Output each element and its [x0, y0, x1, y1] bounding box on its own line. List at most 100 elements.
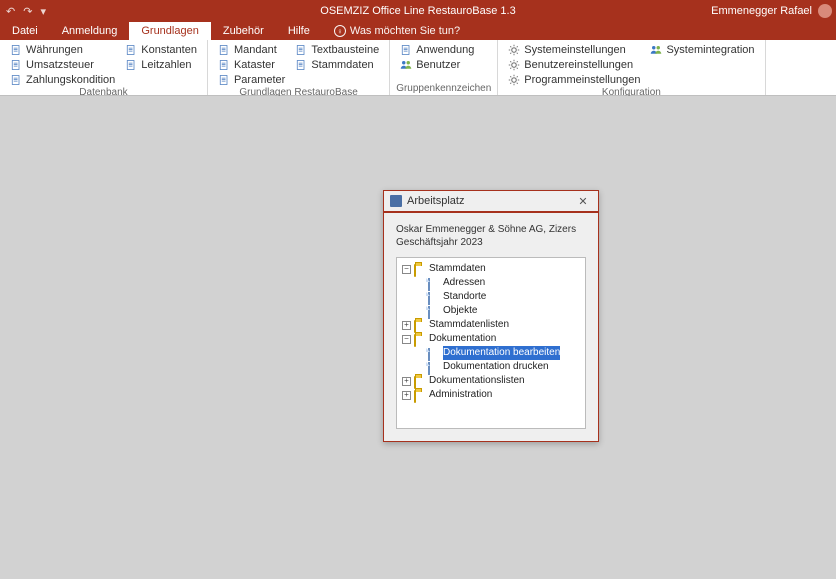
- ribbon-button-label: Anwendung: [416, 44, 474, 56]
- ribbon-button-label: Benutzereinstellungen: [524, 59, 633, 71]
- ribbon-doc-icon: [508, 44, 520, 56]
- tree-folder[interactable]: − Dokumentation: [401, 332, 583, 346]
- ribbon-doc-icon: [295, 59, 307, 71]
- tree-label: Dokumentation: [429, 332, 496, 346]
- close-icon[interactable]: ✕: [574, 195, 592, 208]
- tree-label: Standorte: [443, 290, 486, 304]
- ribbon-button-label: Kataster: [234, 59, 275, 71]
- tree-item[interactable]: +Dokumentationslisten: [401, 374, 583, 388]
- tree-item[interactable]: Objekte: [415, 304, 583, 318]
- ribbon-button-label: Umsatzsteuer: [26, 59, 94, 71]
- ribbon-button[interactable]: Textbausteine: [291, 42, 383, 57]
- tree-item[interactable]: Dokumentation bearbeiten: [415, 346, 583, 360]
- title-bar: ↶ ↷ ▾ OSEMZIZ Office Line RestauroBase 1…: [0, 0, 836, 22]
- menu-grundlagen[interactable]: Grundlagen: [129, 22, 211, 40]
- folder-icon: [414, 390, 426, 400]
- company-info: Oskar Emmenegger & Söhne AG, Zizers Gesc…: [396, 223, 586, 249]
- tell-me-search[interactable]: ♀ Was möchten Sie tun?: [322, 22, 472, 40]
- workspace: Arbeitsplatz ✕ Oskar Emmenegger & Söhne …: [0, 96, 836, 579]
- tree-spacer: [416, 279, 425, 288]
- ribbon-button-label: Parameter: [234, 74, 285, 86]
- ribbon-button[interactable]: Leitzahlen: [121, 57, 201, 72]
- tree-folder[interactable]: − Stammdaten: [401, 262, 583, 276]
- ribbon-group: Mandant Kataster Parameter Textbausteine Sta…: [208, 40, 390, 95]
- ribbon-doc-icon: [508, 74, 520, 86]
- tree-item[interactable]: Adressen: [415, 276, 583, 290]
- ribbon-button[interactable]: Benutzer: [396, 57, 478, 72]
- ribbon-doc-icon: [10, 59, 22, 71]
- redo-icon[interactable]: ↷: [23, 5, 32, 18]
- qat-more-icon[interactable]: ▾: [40, 5, 46, 18]
- collapse-icon[interactable]: −: [402, 335, 411, 344]
- ribbon-button-label: Textbausteine: [311, 44, 379, 56]
- app-title: OSEMZIZ Office Line RestauroBase 1.3: [320, 5, 515, 17]
- ribbon-button-label: Konstanten: [141, 44, 197, 56]
- tree-item[interactable]: +Administration: [401, 388, 583, 402]
- tree-label: Dokumentation bearbeiten: [443, 346, 560, 360]
- menubar: Datei Anmeldung Grundlagen Zubehör Hilfe…: [0, 22, 836, 40]
- expand-icon[interactable]: +: [402, 321, 411, 330]
- nav-tree[interactable]: − StammdatenAdressenStandorteObjekte + Stam…: [396, 257, 586, 429]
- ribbon-doc-icon: [400, 59, 412, 71]
- document-icon: [428, 278, 440, 288]
- ribbon-group: Währungen UmsatzsteuerZahlungskondition Ko…: [0, 40, 208, 95]
- folder-icon: [414, 264, 426, 274]
- ribbon-button[interactable]: Konstanten: [121, 42, 201, 57]
- ribbon-doc-icon: [125, 44, 137, 56]
- bulb-icon: ♀: [334, 25, 346, 37]
- tree-label: Stammdaten: [429, 262, 486, 276]
- ribbon-button[interactable]: Benutzereinstellungen: [504, 57, 644, 72]
- ribbon-button[interactable]: Stammdaten: [291, 57, 383, 72]
- ribbon-button-label: Währungen: [26, 44, 83, 56]
- tree-spacer: [416, 293, 425, 302]
- document-icon: [428, 348, 440, 358]
- user-name[interactable]: Emmenegger Rafael: [711, 5, 812, 17]
- ribbon-button-label: Programmeinstellungen: [524, 74, 640, 86]
- tree-spacer: [416, 307, 425, 316]
- ribbon-button[interactable]: Umsatzsteuer: [6, 57, 119, 72]
- undo-icon[interactable]: ↶: [6, 5, 15, 18]
- tree-spacer: [416, 349, 425, 358]
- collapse-icon[interactable]: −: [402, 265, 411, 274]
- expand-icon[interactable]: +: [402, 377, 411, 386]
- folder-icon: [414, 376, 426, 386]
- ribbon-button-label: Stammdaten: [311, 59, 373, 71]
- avatar[interactable]: [818, 4, 832, 18]
- ribbon-button[interactable]: Zahlungskondition: [6, 72, 119, 87]
- ribbon-button[interactable]: Anwendung: [396, 42, 478, 57]
- window-titlebar[interactable]: Arbeitsplatz ✕: [384, 191, 598, 213]
- ribbon-button-label: Systemeinstellungen: [524, 44, 626, 56]
- ribbon-doc-icon: [400, 44, 412, 56]
- menu-datei[interactable]: Datei: [0, 22, 50, 40]
- ribbon-button[interactable]: Parameter: [214, 72, 289, 87]
- ribbon-button[interactable]: Systemintegration: [646, 42, 758, 57]
- ribbon-button-label: Mandant: [234, 44, 277, 56]
- ribbon-button-label: Benutzer: [416, 59, 460, 71]
- ribbon-button-label: Leitzahlen: [141, 59, 191, 71]
- ribbon-button[interactable]: Systemeinstellungen: [504, 42, 644, 57]
- ribbon-button[interactable]: Währungen: [6, 42, 119, 57]
- tree-item[interactable]: Dokumentation drucken: [415, 360, 583, 374]
- tree-item[interactable]: Standorte: [415, 290, 583, 304]
- ribbon-doc-icon: [218, 44, 230, 56]
- document-icon: [428, 362, 440, 372]
- tell-me-label: Was möchten Sie tun?: [350, 25, 460, 37]
- ribbon-doc-icon: [10, 44, 22, 56]
- ribbon-button[interactable]: Kataster: [214, 57, 289, 72]
- company-line1: Oskar Emmenegger & Söhne AG, Zizers: [396, 223, 586, 236]
- menu-anmeldung[interactable]: Anmeldung: [50, 22, 130, 40]
- tree-spacer: [416, 363, 425, 372]
- menu-hilfe[interactable]: Hilfe: [276, 22, 322, 40]
- ribbon-button[interactable]: Programmeinstellungen: [504, 72, 644, 87]
- document-icon: [428, 306, 440, 316]
- ribbon-button[interactable]: Mandant: [214, 42, 289, 57]
- menu-zubehoer[interactable]: Zubehör: [211, 22, 276, 40]
- expand-icon[interactable]: +: [402, 391, 411, 400]
- ribbon-doc-icon: [508, 59, 520, 71]
- window-icon: [390, 195, 402, 207]
- ribbon-group: Systemeinstellungen Benutzereinstellungen…: [498, 40, 765, 95]
- ribbon: Währungen UmsatzsteuerZahlungskondition Ko…: [0, 40, 836, 96]
- ribbon-group: AnwendungBenutzerGruppenkennzeichen: [390, 40, 498, 95]
- tree-label: Stammdatenlisten: [429, 318, 509, 332]
- tree-item[interactable]: + Stammdatenlisten: [401, 318, 583, 332]
